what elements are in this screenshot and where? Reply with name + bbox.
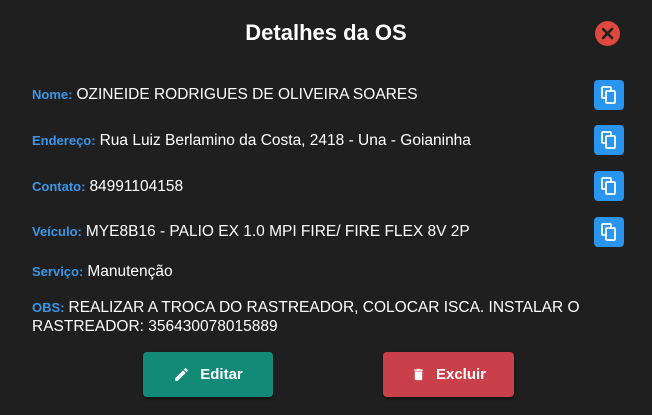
copy-contato-button[interactable] (594, 171, 624, 201)
modal-title: Detalhes da OS (245, 20, 407, 45)
delete-button-label: Excluir (435, 366, 487, 383)
edit-button-label: Editar (200, 366, 243, 383)
close-icon (601, 27, 614, 40)
field-nome-label: Nome: (32, 87, 73, 102)
copy-icon (601, 223, 616, 241)
copy-icon (601, 131, 616, 149)
delete-button[interactable]: Excluir (383, 352, 514, 397)
close-button[interactable] (595, 21, 620, 46)
copy-nome-button[interactable] (594, 80, 624, 110)
field-obs-label: OBS: (32, 300, 65, 315)
field-endereco-label: Endereço: (32, 133, 96, 148)
field-veiculo-label: Veículo: (32, 224, 82, 239)
field-veiculo-value: MYE8B16 - PALIO EX 1.0 MPI FIRE/ FIRE FL… (85, 223, 470, 240)
copy-icon (601, 177, 616, 195)
field-nome-value: OZINEIDE RODRIGUES DE OLIVEIRA SOARES (76, 86, 418, 103)
field-contato-value: 84991104158 (89, 178, 184, 195)
field-contato: Contato: 84991104158 (32, 177, 592, 197)
field-servico-label: Serviço: (32, 264, 84, 279)
copy-endereco-button[interactable] (594, 125, 624, 155)
trash-icon (414, 368, 423, 381)
field-obs-value: REALIZAR A TROCA DO RASTREADOR, COLOCAR … (32, 299, 580, 335)
field-servico: Serviço: Manutenção (32, 262, 592, 282)
field-contato-label: Contato: (32, 179, 86, 194)
order-details-modal: Detalhes da OS Nome: OZINEIDE RODRIGUES D… (0, 0, 652, 415)
field-obs: OBS: REALIZAR A TROCA DO RASTREADOR, COLO… (32, 298, 592, 336)
field-servico-value: Manutenção (87, 263, 173, 280)
edit-button[interactable]: Editar (143, 352, 273, 397)
copy-icon (601, 86, 616, 104)
field-veiculo: Veículo: MYE8B16 - PALIO EX 1.0 MPI FIRE/… (32, 222, 592, 242)
field-endereco: Endereço: Rua Luiz Berlamino da Costa, 24… (32, 131, 592, 151)
pencil-icon (175, 368, 189, 381)
copy-veiculo-button[interactable] (594, 217, 624, 247)
field-nome: Nome: OZINEIDE RODRIGUES DE OLIVEIRA SOAR… (32, 85, 592, 105)
field-endereco-value: Rua Luiz Berlamino da Costa, 2418 - Una … (99, 132, 471, 149)
